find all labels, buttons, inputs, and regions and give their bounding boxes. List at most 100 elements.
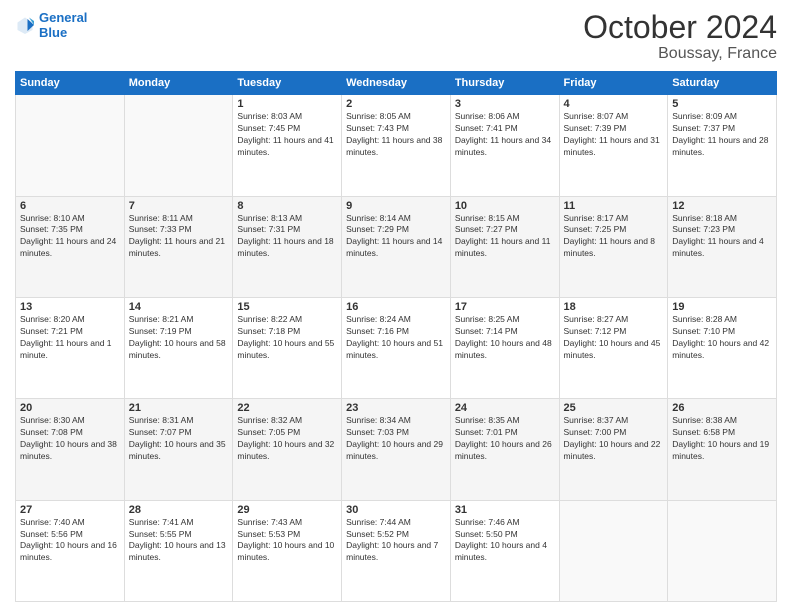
logo-icon: [15, 15, 35, 35]
day-number: 12: [672, 200, 772, 212]
month-title: October 2024: [583, 10, 777, 45]
calendar-cell: 14Sunrise: 8:21 AM Sunset: 7:19 PM Dayli…: [124, 297, 233, 398]
calendar-cell: 2Sunrise: 8:05 AM Sunset: 7:43 PM Daylig…: [342, 95, 451, 196]
calendar-cell: 13Sunrise: 8:20 AM Sunset: 7:21 PM Dayli…: [16, 297, 125, 398]
calendar-cell: 23Sunrise: 8:34 AM Sunset: 7:03 PM Dayli…: [342, 399, 451, 500]
col-monday: Monday: [124, 72, 233, 95]
calendar-week-5: 27Sunrise: 7:40 AM Sunset: 5:56 PM Dayli…: [16, 500, 777, 601]
day-number: 24: [455, 402, 555, 414]
header: GeneralBlue October 2024 Boussay, France: [15, 10, 777, 63]
day-info: Sunrise: 7:43 AM Sunset: 5:53 PM Dayligh…: [237, 517, 337, 565]
calendar-cell: 5Sunrise: 8:09 AM Sunset: 7:37 PM Daylig…: [668, 95, 777, 196]
day-info: Sunrise: 8:37 AM Sunset: 7:00 PM Dayligh…: [564, 415, 664, 463]
calendar-cell: [124, 95, 233, 196]
day-info: Sunrise: 8:18 AM Sunset: 7:23 PM Dayligh…: [672, 213, 772, 261]
day-number: 11: [564, 200, 664, 212]
day-info: Sunrise: 8:20 AM Sunset: 7:21 PM Dayligh…: [20, 314, 120, 362]
col-sunday: Sunday: [16, 72, 125, 95]
day-number: 6: [20, 200, 120, 212]
day-info: Sunrise: 8:03 AM Sunset: 7:45 PM Dayligh…: [237, 111, 337, 159]
calendar-cell: 7Sunrise: 8:11 AM Sunset: 7:33 PM Daylig…: [124, 196, 233, 297]
calendar-cell: 15Sunrise: 8:22 AM Sunset: 7:18 PM Dayli…: [233, 297, 342, 398]
day-number: 31: [455, 504, 555, 516]
calendar-cell: [16, 95, 125, 196]
day-number: 5: [672, 98, 772, 110]
calendar-cell: 22Sunrise: 8:32 AM Sunset: 7:05 PM Dayli…: [233, 399, 342, 500]
day-info: Sunrise: 8:25 AM Sunset: 7:14 PM Dayligh…: [455, 314, 555, 362]
calendar-cell: 8Sunrise: 8:13 AM Sunset: 7:31 PM Daylig…: [233, 196, 342, 297]
location-title: Boussay, France: [583, 45, 777, 63]
day-number: 16: [346, 301, 446, 313]
day-info: Sunrise: 7:44 AM Sunset: 5:52 PM Dayligh…: [346, 517, 446, 565]
day-info: Sunrise: 8:14 AM Sunset: 7:29 PM Dayligh…: [346, 213, 446, 261]
calendar-week-4: 20Sunrise: 8:30 AM Sunset: 7:08 PM Dayli…: [16, 399, 777, 500]
calendar-week-2: 6Sunrise: 8:10 AM Sunset: 7:35 PM Daylig…: [16, 196, 777, 297]
day-number: 26: [672, 402, 772, 414]
day-info: Sunrise: 8:27 AM Sunset: 7:12 PM Dayligh…: [564, 314, 664, 362]
day-info: Sunrise: 8:21 AM Sunset: 7:19 PM Dayligh…: [129, 314, 229, 362]
calendar-cell: 4Sunrise: 8:07 AM Sunset: 7:39 PM Daylig…: [559, 95, 668, 196]
day-number: 1: [237, 98, 337, 110]
day-number: 19: [672, 301, 772, 313]
calendar-cell: 31Sunrise: 7:46 AM Sunset: 5:50 PM Dayli…: [450, 500, 559, 601]
col-tuesday: Tuesday: [233, 72, 342, 95]
calendar-week-1: 1Sunrise: 8:03 AM Sunset: 7:45 PM Daylig…: [16, 95, 777, 196]
day-number: 4: [564, 98, 664, 110]
calendar-header-row: Sunday Monday Tuesday Wednesday Thursday…: [16, 72, 777, 95]
calendar-cell: 21Sunrise: 8:31 AM Sunset: 7:07 PM Dayli…: [124, 399, 233, 500]
calendar-table: Sunday Monday Tuesday Wednesday Thursday…: [15, 71, 777, 602]
day-number: 10: [455, 200, 555, 212]
day-info: Sunrise: 8:35 AM Sunset: 7:01 PM Dayligh…: [455, 415, 555, 463]
day-info: Sunrise: 8:38 AM Sunset: 6:58 PM Dayligh…: [672, 415, 772, 463]
calendar-cell: 3Sunrise: 8:06 AM Sunset: 7:41 PM Daylig…: [450, 95, 559, 196]
day-info: Sunrise: 8:07 AM Sunset: 7:39 PM Dayligh…: [564, 111, 664, 159]
calendar-cell: [668, 500, 777, 601]
calendar-cell: 25Sunrise: 8:37 AM Sunset: 7:00 PM Dayli…: [559, 399, 668, 500]
day-number: 14: [129, 301, 229, 313]
day-info: Sunrise: 8:05 AM Sunset: 7:43 PM Dayligh…: [346, 111, 446, 159]
title-block: October 2024 Boussay, France: [583, 10, 777, 63]
day-info: Sunrise: 8:09 AM Sunset: 7:37 PM Dayligh…: [672, 111, 772, 159]
calendar-cell: 6Sunrise: 8:10 AM Sunset: 7:35 PM Daylig…: [16, 196, 125, 297]
day-info: Sunrise: 8:28 AM Sunset: 7:10 PM Dayligh…: [672, 314, 772, 362]
day-number: 8: [237, 200, 337, 212]
day-info: Sunrise: 8:17 AM Sunset: 7:25 PM Dayligh…: [564, 213, 664, 261]
day-number: 2: [346, 98, 446, 110]
day-info: Sunrise: 8:10 AM Sunset: 7:35 PM Dayligh…: [20, 213, 120, 261]
calendar-cell: 9Sunrise: 8:14 AM Sunset: 7:29 PM Daylig…: [342, 196, 451, 297]
calendar-cell: 12Sunrise: 8:18 AM Sunset: 7:23 PM Dayli…: [668, 196, 777, 297]
day-number: 27: [20, 504, 120, 516]
day-number: 30: [346, 504, 446, 516]
day-number: 3: [455, 98, 555, 110]
page: GeneralBlue October 2024 Boussay, France…: [0, 0, 792, 612]
day-info: Sunrise: 7:40 AM Sunset: 5:56 PM Dayligh…: [20, 517, 120, 565]
day-info: Sunrise: 7:46 AM Sunset: 5:50 PM Dayligh…: [455, 517, 555, 565]
day-info: Sunrise: 8:06 AM Sunset: 7:41 PM Dayligh…: [455, 111, 555, 159]
day-number: 21: [129, 402, 229, 414]
calendar-cell: 20Sunrise: 8:30 AM Sunset: 7:08 PM Dayli…: [16, 399, 125, 500]
day-info: Sunrise: 8:31 AM Sunset: 7:07 PM Dayligh…: [129, 415, 229, 463]
calendar-cell: 16Sunrise: 8:24 AM Sunset: 7:16 PM Dayli…: [342, 297, 451, 398]
day-number: 15: [237, 301, 337, 313]
day-info: Sunrise: 7:41 AM Sunset: 5:55 PM Dayligh…: [129, 517, 229, 565]
day-number: 28: [129, 504, 229, 516]
day-number: 13: [20, 301, 120, 313]
day-info: Sunrise: 8:22 AM Sunset: 7:18 PM Dayligh…: [237, 314, 337, 362]
logo-name: GeneralBlue: [39, 10, 87, 40]
calendar-week-3: 13Sunrise: 8:20 AM Sunset: 7:21 PM Dayli…: [16, 297, 777, 398]
col-friday: Friday: [559, 72, 668, 95]
day-number: 23: [346, 402, 446, 414]
col-thursday: Thursday: [450, 72, 559, 95]
day-info: Sunrise: 8:11 AM Sunset: 7:33 PM Dayligh…: [129, 213, 229, 261]
day-number: 9: [346, 200, 446, 212]
calendar-cell: 18Sunrise: 8:27 AM Sunset: 7:12 PM Dayli…: [559, 297, 668, 398]
day-info: Sunrise: 8:13 AM Sunset: 7:31 PM Dayligh…: [237, 213, 337, 261]
calendar-cell: 30Sunrise: 7:44 AM Sunset: 5:52 PM Dayli…: [342, 500, 451, 601]
calendar-cell: 28Sunrise: 7:41 AM Sunset: 5:55 PM Dayli…: [124, 500, 233, 601]
day-info: Sunrise: 8:15 AM Sunset: 7:27 PM Dayligh…: [455, 213, 555, 261]
day-number: 29: [237, 504, 337, 516]
calendar-cell: 10Sunrise: 8:15 AM Sunset: 7:27 PM Dayli…: [450, 196, 559, 297]
col-wednesday: Wednesday: [342, 72, 451, 95]
calendar-cell: 17Sunrise: 8:25 AM Sunset: 7:14 PM Dayli…: [450, 297, 559, 398]
calendar-cell: 24Sunrise: 8:35 AM Sunset: 7:01 PM Dayli…: [450, 399, 559, 500]
